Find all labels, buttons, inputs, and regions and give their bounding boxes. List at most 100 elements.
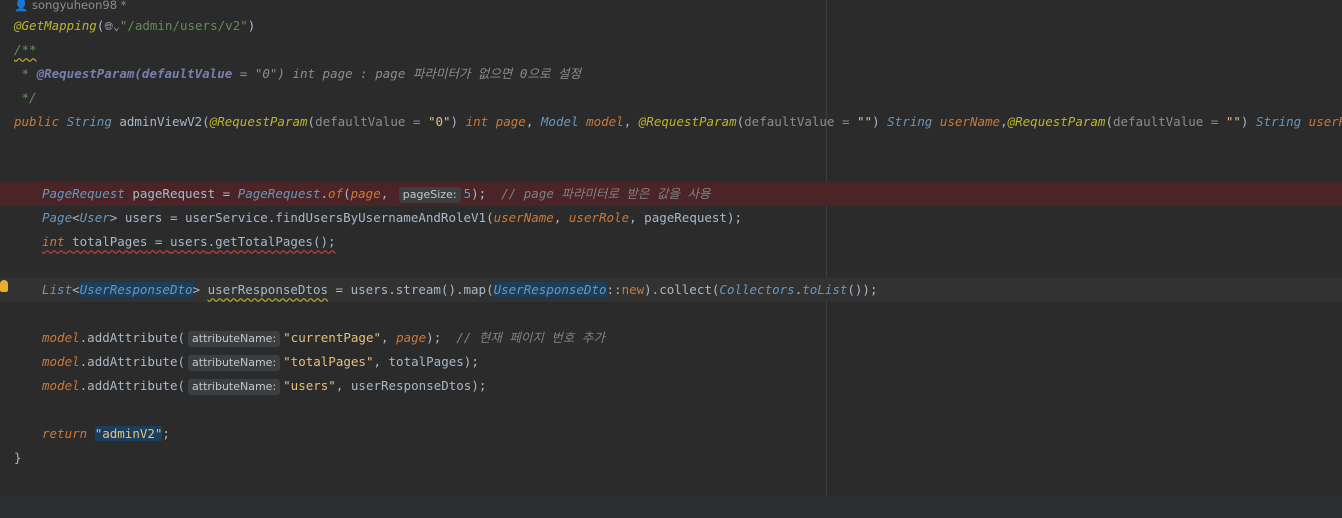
string-totalpages: "totalPages" xyxy=(283,354,374,369)
code-line-return[interactable]: return "adminV2"; xyxy=(0,422,1342,446)
string-empty: "" xyxy=(1225,114,1241,129)
type-userresponsedto: UserResponseDto xyxy=(493,282,607,297)
code-line-list-dtos[interactable]: List<UserResponseDto> userResponseDtos =… xyxy=(0,278,1342,302)
code-line-blank[interactable] xyxy=(0,254,1342,278)
method-addattribute: addAttribute xyxy=(87,354,178,369)
annotation-requestparam: @RequestParam xyxy=(638,114,737,129)
var-totalpages: totalPages xyxy=(72,234,148,249)
comment: // 현재 페이지 번호 추가 xyxy=(456,330,605,345)
var-users: users xyxy=(169,234,208,249)
var-model: model xyxy=(42,330,80,345)
type-page: Page xyxy=(42,210,73,225)
param-userrole: userRole xyxy=(1308,114,1342,129)
class-pagerequest: PageRequest xyxy=(237,186,321,201)
string-empty: "" xyxy=(857,114,873,129)
param-model: model xyxy=(586,114,624,129)
doc-text: = "0") int page : page 파라미터가 없으면 0으로 설정 xyxy=(232,66,581,81)
arg-username: userName xyxy=(493,210,554,225)
code-line-add-totalpages[interactable]: model.addAttribute(attributeName: "totalP… xyxy=(0,350,1342,374)
method-collect: collect xyxy=(659,282,712,297)
code-line-doc-close[interactable]: */ xyxy=(0,86,1342,110)
code-editor[interactable]: 👤 songyuheon98 * @GetMapping(🌐︎⌄"/admin/… xyxy=(0,0,1342,497)
type-pagerequest: PageRequest xyxy=(42,186,125,201)
method-name: adminViewV2 xyxy=(119,114,203,129)
annotation-requestparam: @RequestParam xyxy=(1007,114,1106,129)
author-name: songyuheon98 * xyxy=(31,0,127,12)
method-addattribute: addAttribute xyxy=(87,378,178,393)
lightbulb-icon[interactable] xyxy=(0,280,8,292)
code-line-totalpages[interactable]: int totalPages = users.getTotalPages(); xyxy=(0,230,1342,254)
type-list: List xyxy=(42,282,73,297)
string-adminv2: "adminV2" xyxy=(94,426,163,441)
param-hint-attributename: attributeName: xyxy=(188,331,281,347)
kw-public: public xyxy=(14,114,60,129)
doc-open: /** xyxy=(14,42,37,57)
default-value-key: defaultValue = xyxy=(315,114,428,129)
code-line-blank[interactable] xyxy=(0,134,1342,158)
var-users: users xyxy=(350,282,389,297)
brace-close: } xyxy=(14,450,22,465)
type-userresponsedto: UserResponseDto xyxy=(79,282,193,297)
code-line-doc-body[interactable]: * @RequestParam(defaultValue = "0") int … xyxy=(0,62,1342,86)
var-model: model xyxy=(42,354,80,369)
default-value-key: defaultValue = xyxy=(1112,114,1226,129)
type-string: String xyxy=(1255,114,1302,129)
code-line-page-users[interactable]: Page<User> users = userService.findUsers… xyxy=(0,206,1342,230)
type-string: String xyxy=(66,114,112,129)
var-users: users xyxy=(124,210,163,225)
type-user: User xyxy=(79,210,110,225)
annotation-requestparam: @RequestParam xyxy=(209,114,308,129)
var-pagerequest: pageRequest xyxy=(132,186,216,201)
annotation-getmapping: @GetMapping xyxy=(14,18,97,33)
var-model: model xyxy=(42,378,80,393)
kw-return: return xyxy=(42,426,88,441)
var-userservice: userService xyxy=(185,210,268,225)
person-icon: 👤 xyxy=(14,0,29,12)
arg-totalpages: totalPages xyxy=(388,354,464,369)
code-line-blank[interactable] xyxy=(0,398,1342,422)
method-find-users: findUsersByUsernameAndRoleV1 xyxy=(275,210,487,225)
arg-userresponsedtos: userResponseDtos xyxy=(350,378,472,393)
arg-page: page xyxy=(396,330,427,345)
method-stream: stream xyxy=(395,282,441,297)
code-line-doc-open[interactable]: /** xyxy=(0,38,1342,62)
type-model: Model xyxy=(540,114,579,129)
string-users: "users" xyxy=(283,378,336,393)
arg-userrole: userRole xyxy=(568,210,630,225)
kw-int: int xyxy=(465,114,489,129)
code-line-pagerequest[interactable]: PageRequest pageRequest = PageRequest.of… xyxy=(0,182,1342,206)
method-gettotalpages: getTotalPages xyxy=(215,234,313,249)
param-hint-attributename: attributeName: xyxy=(188,379,281,395)
class-collectors: Collectors xyxy=(719,282,795,297)
kw-new: new xyxy=(621,282,645,297)
arg-pagerequest: pageRequest xyxy=(644,210,727,225)
string-currentpage: "currentPage" xyxy=(283,330,381,345)
code-line-getmapping[interactable]: @GetMapping(🌐︎⌄"/admin/users/v2") xyxy=(0,14,1342,38)
arg-page: page xyxy=(350,186,381,201)
param-hint-attributename: attributeName: xyxy=(188,355,281,371)
default-value-key: defaultValue = xyxy=(744,114,858,129)
method-map: map xyxy=(463,282,487,297)
code-line-signature[interactable]: public String adminViewV2(@RequestParam(… xyxy=(0,110,1342,134)
method-addattribute: addAttribute xyxy=(87,330,178,345)
param-hint-pagesize: pageSize: xyxy=(398,187,461,203)
doc-close: */ xyxy=(14,90,37,105)
mapping-path: "/admin/users/v2" xyxy=(119,18,248,33)
var-userresponsedtos: userResponseDtos xyxy=(207,282,329,297)
method-of: of xyxy=(328,186,344,201)
param-username: userName xyxy=(939,114,1001,129)
param-page: page xyxy=(495,114,526,129)
type-string: String xyxy=(887,114,933,129)
string-zero: "0" xyxy=(427,114,451,129)
code-line-close-brace[interactable]: } xyxy=(0,446,1342,470)
number-five: 5 xyxy=(463,186,472,201)
code-line-blank[interactable] xyxy=(0,158,1342,182)
code-line-add-users[interactable]: model.addAttribute(attributeName: "users"… xyxy=(0,374,1342,398)
kw-int: int xyxy=(42,234,65,249)
globe-icon[interactable]: 🌐︎⌄ xyxy=(104,20,119,33)
method-tolist: toList xyxy=(802,282,848,297)
code-line-add-currentpage[interactable]: model.addAttribute(attributeName: "curren… xyxy=(0,326,1342,350)
comment: // page 파라미터로 받은 값을 사용 xyxy=(501,186,711,201)
doc-tag: @RequestParam(defaultValue xyxy=(36,66,233,81)
code-line-blank[interactable] xyxy=(0,302,1342,326)
